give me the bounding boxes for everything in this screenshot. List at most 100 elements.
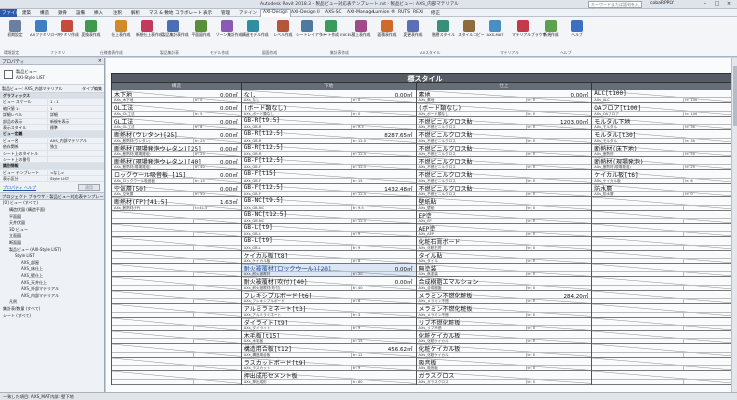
schedule-cell[interactable]: モルタル下地 AXs_モルタル tr: 30 [592,116,732,131]
schedule-cell[interactable]: ダイライト[t9] AXs_ダイライト tr: 9 [241,317,416,332]
scrollbar-thumb[interactable] [733,66,737,126]
close-icon[interactable]: × [98,58,102,64]
ribbon-button[interactable]: マテリアルブラウザ [512,20,546,48]
schedule-cell[interactable] [592,210,732,224]
ribbon-button[interactable]: 新規仕上表作成 [136,20,163,48]
schedule-cell[interactable]: フレキシブルボード[t6] AXs_フレキシブルボード tr: 6 [241,290,416,305]
ribbon-button[interactable]: 仕上表作成 [110,20,132,48]
ribbon-tab[interactable]: 構造 [40,10,49,16]
schedule-cell[interactable]: タイル貼 AXs_タイル tr: 0 [416,250,592,265]
schedule-cell[interactable] [592,223,732,238]
ribbon-button[interactable]: AXS-MAT [484,20,506,48]
property-value[interactable] [48,157,104,162]
schedule-cell[interactable]: 木下地 0.00㎡ AXs_木下地 tr: 0 [112,90,241,104]
schedule-cell[interactable] [112,264,241,278]
schedule-cell[interactable] [112,277,241,291]
close-icon[interactable]: × [724,1,734,7]
schedule-cell[interactable] [592,237,732,251]
browser-item[interactable]: AXS_天井仕上 [0,280,104,287]
ribbon-tab[interactable]: 注釈 [113,10,122,16]
schedule-cell[interactable]: 無塗装 AXs_無塗装 tr: 0 [416,264,592,278]
column-header[interactable]: 仕上 [417,83,593,90]
property-value[interactable]: <なし> [48,170,104,175]
ribbon-tab[interactable]: 解析 [131,10,140,16]
ribbon-button[interactable]: ゾーン集計作成 [216,20,242,48]
browser-item[interactable]: 天井伏図 [0,220,104,227]
schedule-cell[interactable]: GB-F[t12.5] 1432.48㎡ AXs_GB-F tr: 12.5 [241,183,416,198]
ribbon-tab[interactable]: AXI-Manage [347,10,374,15]
ribbon-tab[interactable]: REXi [413,10,423,15]
ribbon-button[interactable]: 平面図作成 [190,20,212,48]
ribbon-tab[interactable]: マス & 敷地 [149,10,173,16]
schedule-cell[interactable]: 吸音板 AXs_吸音板 tr: 0 [416,357,592,372]
ribbon-tab[interactable]: AXI-Design [260,9,291,17]
edit-type-button[interactable]: タイプ編集 [82,86,102,92]
property-value[interactable]: 1 : 1 [48,99,104,104]
schedule-cell[interactable] [112,304,241,318]
ribbon-tab[interactable]: 建築 [22,10,31,16]
schedule-cell[interactable]: 壁紙貼 AXs_壁紙 tr: 0 [416,197,592,211]
schedule-cell[interactable]: 合成樹脂エマルション AXs_合成樹脂 tr: 0 [416,277,592,291]
ribbon-button[interactable]: 変更表作成 [402,20,424,48]
schedule-cell[interactable]: 不燃ビニルクロス貼 1203.00㎡ AXs_不燃ビニルクロス tr: 0 [416,116,592,131]
schedule-cell[interactable]: AEP塗 AXs_AEP tr: 0 [416,223,592,238]
schedule-cell[interactable] [112,344,241,358]
user-name[interactable]: cobaRPPLY [650,1,674,6]
browser-item[interactable]: 構造伏図 (構造平面) [0,207,104,214]
ribbon-button[interactable]: ファミリ作成 [56,20,79,48]
schedule-cell[interactable]: 空気層[50] 0.00㎡ AXs_空気層 tr: 50 [112,183,241,198]
schedule-cell[interactable]: OAフロア[t100] AXs_OAフロア tr: 100 [592,103,732,117]
schedule-cell[interactable]: 化粧ケイカル板 AXs_化粧ケイカル tr: 0 [416,344,592,358]
schedule-cell[interactable]: GB-F[t15] AXs_GB-F tr: 15 [241,170,416,184]
ribbon-tab[interactable]: コラボレート [175,10,202,16]
schedule-cell[interactable]: GB-F[t12.5] AXs_GB-F tr: 12.5 [241,156,416,171]
instance-filter[interactable]: 製品ビュー: AXS_内部マテリアル タイプ編集 [0,85,104,93]
browser-item[interactable]: 3D ビュー [0,227,104,234]
schedule-cell[interactable] [592,344,732,358]
schedule-cell[interactable]: 耐火被覆材(吹付)[40] 0.00㎡ AXs_耐火被覆材(吹付) tr: 40 [241,277,416,291]
schedule-cell[interactable] [592,331,732,345]
schedule-cell[interactable] [592,277,732,291]
ribbon-button[interactable]: シート作成 EXCEL [320,20,352,48]
schedule-cell[interactable] [592,264,732,278]
schedule-cell[interactable]: 断熱材(床下地) AXs_断熱材 tr: 50 [592,143,732,157]
browser-item[interactable]: 製品ビュー (AXI-Style LIST) [0,247,104,254]
schedule-cell[interactable]: モルタル[t30] AXs_モルタル tr: 30 [592,130,732,144]
schedule-cell[interactable]: ケイカル板[t8] AXs_ケイカル板 tr: 8 [241,250,416,265]
browser-item[interactable]: 平面図 [0,214,104,221]
browser-item[interactable]: AXS_壁仕上 [0,273,104,280]
property-value[interactable]: 新規を表示 [48,119,104,124]
browser-item[interactable]: 立面図 [0,233,104,240]
maximize-icon[interactable]: □ [712,1,722,7]
schedule-cell[interactable]: 断熱材(FP)[41.5] 1.63㎡ AXs_断熱材(FP) t=41.5 [112,197,241,211]
browser-item[interactable]: Style LIST [0,253,104,260]
ribbon-button[interactable]: レベル作成 [272,20,294,48]
minimize-icon[interactable]: – [700,1,710,7]
schedule-cell[interactable] [112,371,241,385]
property-value[interactable] [48,93,104,98]
property-value[interactable] [48,151,104,156]
schedule-cell[interactable] [112,317,241,332]
schedule-cell[interactable]: 構造用合板[t12] 456.62㎡ AXs_構造用合板 tr: 12 [241,344,416,358]
property-value[interactable]: AXS_内部マテリアル [48,138,104,143]
file-menu[interactable]: ファイル [0,9,20,17]
ribbon-tab[interactable]: 鉄骨 [58,10,67,16]
schedule-view[interactable]: 標スタイル 構造 下地 仕上 木下地 0.00㎡ AXs_木下地 tr: 0 OL工法 0… [106,58,732,392]
schedule-cell[interactable] [592,371,732,385]
schedule-cell[interactable] [592,197,732,211]
schedule-cell[interactable]: 押出成形セメント板 AXs_押出成形 tr: 60 [241,371,416,385]
property-value[interactable]: 1 [48,106,104,111]
property-value[interactable]: 独立 [48,144,104,149]
schedule-cell[interactable]: 不燃ビニルクロス貼 AXs_不燃ビニルクロス tr: 0 [416,183,592,198]
schedule-cell[interactable]: ラスカットボード[t9] AXs_ラスカット tr: 9 [241,357,416,372]
ribbon-button[interactable]: 新規作成 [540,20,562,48]
schedule-cell[interactable]: 素地 0.00㎡ AXs_素地 tr: 0 [416,90,592,104]
schedule-cell[interactable] [592,250,732,265]
schedule-cell[interactable] [592,357,732,372]
property-value[interactable] [48,163,104,168]
schedule-cell[interactable]: 化粧ケイカル板 AXs_化粧ケイカル tr: 0 [416,331,592,345]
schedule-cell[interactable]: 耐火被覆材(ロックウール)[20] 0.00㎡ AXs_耐火被覆材 tr: 20 [241,264,416,278]
schedule-cell[interactable]: 不燃ビニルクロス貼 AXs_不燃ビニルクロス tr: 0 [416,130,592,144]
schedule-cell[interactable]: 不燃ビニルクロス貼 AXs_不燃ビニルクロス tr: 0 [416,170,592,184]
schedule-cell[interactable] [112,357,241,372]
